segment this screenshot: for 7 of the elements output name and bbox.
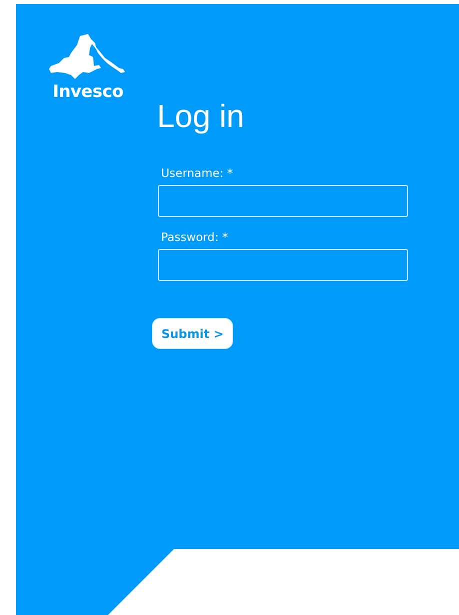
field-label: Password: * [161,230,228,244]
input-field[interactable] [158,249,408,281]
submit-button[interactable]: Submit > [152,318,233,349]
logo-text: Invesco [52,82,124,102]
field-label: Username: * [161,166,233,180]
input-field[interactable] [158,185,408,217]
page-title: Log in [157,97,244,136]
